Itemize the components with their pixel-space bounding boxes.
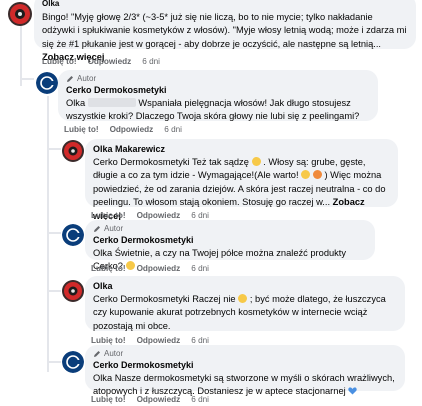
smile-emoji-icon [251, 156, 261, 166]
comment-actions: Lubię to! Odpowiedz 6 dni [91, 211, 209, 220]
avatar[interactable] [36, 72, 58, 94]
like-button[interactable]: Lubię to! [91, 395, 126, 404]
thread-line [47, 290, 61, 292]
comment-bubble: Autor Cerko Dermokosmetyki Olka Świetnie… [85, 220, 375, 271]
timestamp[interactable]: 6 dni [142, 57, 160, 66]
comment-bubble: Autor Cerko Dermokosmetyki Olka Nasze de… [85, 345, 405, 396]
avatar[interactable] [62, 351, 84, 373]
cerko-logo-icon [62, 351, 84, 373]
user-photo-icon [8, 2, 32, 26]
pencil-icon [67, 76, 73, 82]
comment-bubble: Olka Makarewicz Cerko Dermokosmetyki Też… [85, 139, 398, 221]
author-badge: Autor [93, 224, 367, 234]
like-button[interactable]: Lubię to! [91, 211, 126, 220]
thread-line [20, 78, 34, 80]
comment-bubble: Olka Cerko Dermokosmetyki Raczej nie ; b… [85, 276, 405, 331]
confused-emoji-icon [238, 293, 248, 303]
comment-text-part: Cerko Dermokosmetyki Też tak sądzę [93, 156, 249, 167]
comment-author[interactable]: Cerko Dermokosmetyki [93, 234, 367, 247]
comment-author[interactable]: Cerko Dermokosmetyki [93, 359, 397, 372]
timestamp[interactable]: 6 dni [191, 264, 209, 273]
like-button[interactable]: Lubię to! [91, 336, 126, 345]
comment-actions: Lubię to! Odpowiedz 6 dni [91, 264, 209, 273]
mention[interactable]: Olka [66, 98, 85, 108]
avatar[interactable] [62, 280, 84, 302]
timestamp[interactable]: 6 dni [191, 395, 209, 404]
comment-thread: Olka Bingo! "Myję głowę 2/3* (~3-5* już … [0, 0, 422, 406]
comment-actions: Lubię to! Odpowiedz 6 dni [42, 57, 160, 66]
author-badge: Autor [66, 74, 370, 84]
author-badge: Autor [93, 349, 397, 359]
user-photo-icon [62, 140, 84, 162]
timestamp[interactable]: 6 dni [191, 336, 209, 345]
comment-author[interactable]: Olka [42, 0, 408, 11]
reply-button[interactable]: Odpowiedz [137, 211, 181, 220]
avatar[interactable] [8, 2, 32, 26]
timestamp[interactable]: 6 dni [164, 125, 182, 134]
avatar[interactable] [62, 224, 84, 246]
author-badge-label: Autor [77, 74, 97, 83]
comment-author[interactable]: Cerko Dermokosmetyki [66, 84, 370, 97]
like-button[interactable]: Lubię to! [91, 264, 126, 273]
user-photo-icon [62, 280, 84, 302]
like-button[interactable]: Lubię to! [42, 57, 77, 66]
cerko-logo-icon [36, 72, 58, 94]
comment-actions: Lubię to! Odpowiedz 6 dni [91, 336, 209, 345]
thread-line [47, 96, 49, 372]
author-badge-label: Autor [104, 224, 124, 233]
comment-text: Bingo! "Myję głowę 2/3* (~3-5* już się n… [42, 11, 407, 49]
pencil-icon [94, 351, 100, 357]
reply-button[interactable]: Odpowiedz [110, 125, 154, 134]
heart-eyes-emoji-icon [312, 170, 322, 179]
thread-line [20, 16, 22, 86]
cerko-logo-icon [62, 224, 84, 246]
blue-heart-icon [348, 387, 358, 395]
grin-emoji-icon [301, 170, 311, 179]
comment-actions: Lubię to! Odpowiedz 6 dni [91, 395, 209, 404]
comment-author[interactable]: Olka Makarewicz [93, 143, 390, 156]
comment-actions: Lubię to! Odpowiedz 6 dni [64, 125, 182, 134]
comment-text-part: Cerko Dermokosmetyki Raczej nie [93, 293, 236, 304]
reply-button[interactable]: Odpowiedz [137, 336, 181, 345]
reply-button[interactable]: Odpowiedz [137, 395, 181, 404]
thread-line [47, 361, 61, 363]
comment-bubble: Autor Cerko Dermokosmetyki Olka Wspaniał… [58, 70, 378, 121]
pencil-icon [94, 226, 100, 232]
comment-bubble: Olka Bingo! "Myję głowę 2/3* (~3-5* już … [34, 0, 416, 62]
timestamp[interactable]: 6 dni [191, 211, 209, 220]
reply-button[interactable]: Odpowiedz [88, 57, 132, 66]
like-button[interactable]: Lubię to! [64, 125, 99, 134]
thread-line [47, 232, 61, 234]
avatar[interactable] [62, 140, 84, 162]
reply-button[interactable]: Odpowiedz [137, 264, 181, 273]
comment-author[interactable]: Olka [93, 280, 397, 293]
redacted-name [87, 97, 136, 107]
author-badge-label: Autor [104, 349, 124, 358]
thread-line [47, 148, 61, 150]
